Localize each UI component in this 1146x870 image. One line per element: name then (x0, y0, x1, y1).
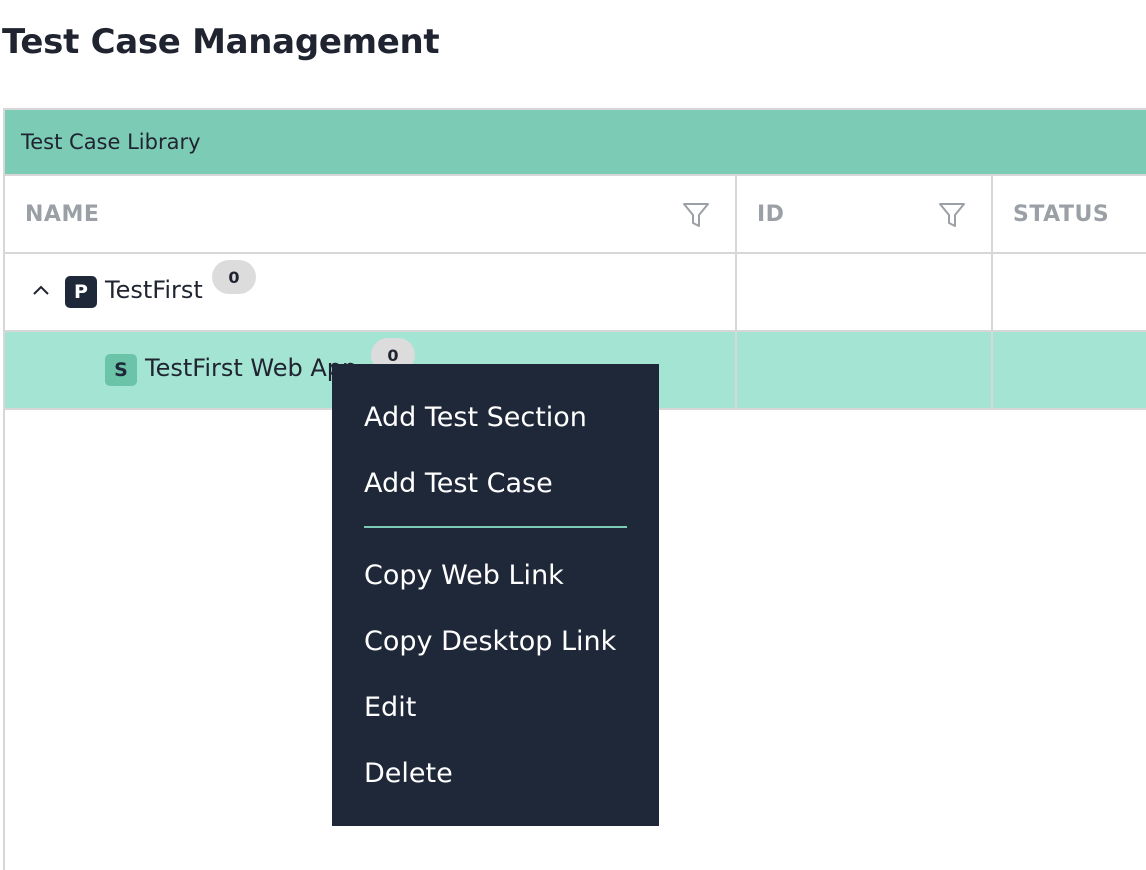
name-cell: P TestFirst 0 (5, 254, 737, 330)
section-type-badge: S (105, 354, 137, 386)
column-header-row: NAME ID STATUS (5, 176, 1146, 254)
filter-icon[interactable] (681, 200, 711, 230)
column-header-name[interactable]: NAME (5, 176, 737, 252)
column-header-id[interactable]: ID (737, 176, 993, 252)
status-cell (993, 254, 1146, 330)
id-cell (737, 254, 993, 330)
panel-header: Test Case Library (5, 110, 1146, 176)
menu-item-add-test-case[interactable]: Add Test Case (332, 450, 659, 516)
menu-item-edit[interactable]: Edit (332, 674, 659, 740)
menu-item-copy-desktop-link[interactable]: Copy Desktop Link (332, 608, 659, 674)
column-header-name-label: NAME (25, 201, 100, 227)
tree-item-label: TestFirst (105, 276, 203, 304)
project-type-badge: P (65, 276, 97, 308)
menu-item-copy-web-link[interactable]: Copy Web Link (332, 542, 659, 608)
count-badge: 0 (212, 260, 256, 294)
status-cell (993, 332, 1146, 408)
column-header-status[interactable]: STATUS (993, 176, 1146, 252)
context-menu: Add Test Section Add Test Case Copy Web … (332, 364, 659, 826)
filter-icon[interactable] (937, 200, 967, 230)
column-header-id-label: ID (757, 201, 785, 227)
id-cell (737, 332, 993, 408)
menu-item-delete[interactable]: Delete (332, 740, 659, 806)
menu-item-add-test-section[interactable]: Add Test Section (332, 384, 659, 450)
chevron-up-icon[interactable] (29, 278, 53, 302)
page-title: Test Case Management (2, 22, 440, 62)
menu-divider (364, 526, 627, 528)
tree-item-label: TestFirst Web App (145, 354, 358, 382)
tree-row-project[interactable]: P TestFirst 0 (5, 254, 1146, 332)
column-header-status-label: STATUS (1013, 201, 1110, 227)
panel-title: Test Case Library (21, 130, 201, 154)
